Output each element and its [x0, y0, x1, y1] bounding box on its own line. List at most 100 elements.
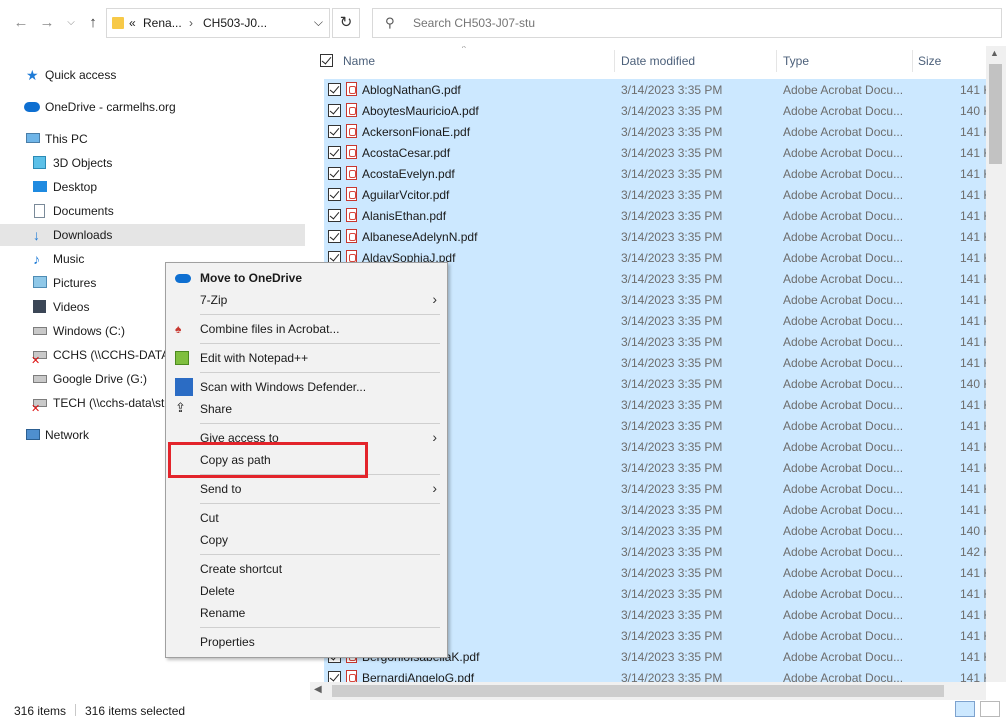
file-date: 3/14/2023 3:35 PM — [621, 587, 723, 601]
up-arrow-icon[interactable]: ↑ — [84, 12, 102, 34]
menu-item-label: Move to OneDrive — [200, 271, 303, 285]
file-row[interactable]: AlanisEthan.pdf 3/14/2023 3:35 PM Adobe Ac… — [324, 205, 991, 226]
menu-item-edit-notepadpp[interactable]: Edit with Notepad++ — [166, 347, 447, 369]
selected-count: 316 items selected — [85, 704, 186, 718]
row-checkbox[interactable] — [328, 230, 341, 243]
menu-separator — [200, 627, 440, 628]
file-row[interactable]: AcostaEvelyn.pdf 3/14/2023 3:35 PM Adobe A… — [324, 163, 991, 184]
menu-separator — [200, 503, 440, 504]
menu-item-label: Share — [200, 402, 233, 416]
column-name[interactable]: Name — [343, 54, 375, 68]
column-header: Name ^ Date modified Type Size — [310, 46, 986, 76]
column-divider[interactable] — [912, 50, 913, 72]
nav-item-desktop[interactable]: Desktop — [0, 176, 305, 198]
row-checkbox[interactable] — [328, 146, 341, 159]
file-row[interactable]: AguilarVcitor.pdf 3/14/2023 3:35 PM Adobe … — [324, 184, 991, 205]
breadcrumb-parent[interactable]: Rena... — [143, 16, 182, 30]
acrobat-icon: ♠ — [175, 322, 182, 336]
address-dropdown-icon[interactable]: ⌵ — [314, 15, 323, 30]
menu-item-copy[interactable]: Copy — [166, 529, 447, 551]
file-type: Adobe Acrobat Docu... — [783, 398, 904, 412]
file-name: AcostaEvelyn.pdf — [362, 167, 455, 181]
search-input[interactable] — [413, 14, 973, 32]
file-type: Adobe Acrobat Docu... — [783, 587, 904, 601]
row-checkbox[interactable] — [328, 188, 341, 201]
nav-item-onedrive[interactable]: OneDrive - carmelhs.org — [0, 96, 305, 118]
file-type: Adobe Acrobat Docu... — [783, 503, 904, 517]
highlight-box — [168, 442, 368, 478]
breadcrumb-current[interactable]: CH503-J0... — [203, 16, 267, 30]
row-checkbox[interactable] — [328, 125, 341, 138]
menu-item-create-shortcut[interactable]: Create shortcut — [166, 558, 447, 580]
file-row[interactable]: AboytesMauricioA.pdf 3/14/2023 3:35 PM Ado… — [324, 100, 991, 121]
horizontal-scrollbar[interactable]: ◀ — [310, 682, 986, 700]
search-box[interactable]: ⚲ — [372, 8, 1002, 38]
details-view-icon[interactable] — [955, 701, 975, 717]
horizontal-scroll-thumb[interactable] — [332, 685, 944, 697]
file-row[interactable]: AlbaneseAdelynN.pdf 3/14/2023 3:35 PM Adob… — [324, 226, 991, 247]
menu-item-move-to-onedrive[interactable]: Move to OneDrive — [166, 267, 447, 289]
scroll-left-arrow-icon[interactable]: ◀ — [314, 684, 322, 695]
file-type: Adobe Acrobat Docu... — [783, 335, 904, 349]
music-icon: ♪ — [33, 251, 40, 267]
vertical-scroll-thumb[interactable] — [989, 64, 1002, 164]
menu-item-properties[interactable]: Properties — [166, 631, 447, 653]
recent-locations-chevron-icon[interactable]: ⌵ — [62, 12, 80, 34]
cloud-icon — [175, 274, 191, 283]
menu-item-label: Properties — [200, 635, 255, 649]
file-date: 3/14/2023 3:35 PM — [621, 524, 723, 538]
file-row[interactable]: AckersonFionaE.pdf 3/14/2023 3:35 PM Adobe… — [324, 121, 991, 142]
menu-item-scan-defender[interactable]: Scan with Windows Defender... — [166, 376, 447, 398]
column-size[interactable]: Size — [918, 54, 941, 68]
nav-item-label: Quick access — [45, 68, 117, 82]
row-checkbox[interactable] — [328, 83, 341, 96]
pdf-file-icon — [346, 124, 357, 138]
column-divider[interactable] — [614, 50, 615, 72]
menu-item-label: Create shortcut — [200, 562, 283, 576]
nav-item-quick-access[interactable]: ★ Quick access — [0, 64, 305, 86]
nav-item-downloads[interactable]: ↓ Downloads — [0, 224, 305, 246]
column-type[interactable]: Type — [783, 54, 809, 68]
scroll-up-arrow-icon[interactable]: ▲ — [990, 48, 999, 58]
forward-arrow-icon[interactable]: → — [38, 12, 56, 34]
menu-item-label: Edit with Notepad++ — [200, 351, 309, 365]
menu-item-send-to[interactable]: Send to › — [166, 478, 447, 500]
nav-item-this-pc[interactable]: This PC — [0, 128, 305, 150]
row-checkbox[interactable] — [328, 104, 341, 117]
menu-item-rename[interactable]: Rename — [166, 602, 447, 624]
large-icons-view-icon[interactable] — [980, 701, 1000, 717]
file-date: 3/14/2023 3:35 PM — [621, 125, 723, 139]
menu-item-combine-acrobat[interactable]: ♠ Combine files in Acrobat... — [166, 318, 447, 340]
file-date: 3/14/2023 3:35 PM — [621, 440, 723, 454]
nav-item-documents[interactable]: Documents — [0, 200, 305, 222]
file-type: Adobe Acrobat Docu... — [783, 419, 904, 433]
file-date: 3/14/2023 3:35 PM — [621, 167, 723, 181]
refresh-icon[interactable]: ↻ — [332, 8, 360, 38]
item-count: 316 items — [14, 704, 67, 718]
menu-item-7zip[interactable]: 7-Zip › — [166, 289, 447, 311]
pdf-file-icon — [346, 145, 357, 159]
row-checkbox[interactable] — [328, 209, 341, 222]
column-divider[interactable] — [776, 50, 777, 72]
file-row[interactable]: AcostaCesar.pdf 3/14/2023 3:35 PM Adobe Ac… — [324, 142, 991, 163]
nav-item-3d-objects[interactable]: 3D Objects — [0, 152, 305, 174]
file-type: Adobe Acrobat Docu... — [783, 167, 904, 181]
menu-item-delete[interactable]: Delete — [166, 580, 447, 602]
menu-item-cut[interactable]: Cut — [166, 507, 447, 529]
menu-item-label: Cut — [200, 511, 219, 525]
row-checkbox[interactable] — [328, 167, 341, 180]
videos-icon — [33, 300, 46, 313]
back-arrow-icon[interactable]: ← — [12, 12, 30, 34]
menu-item-share[interactable]: ⇪ Share — [166, 398, 447, 420]
address-overflow[interactable]: « — [129, 16, 136, 30]
vertical-scrollbar[interactable]: ▲ — [986, 46, 1006, 682]
share-icon: ⇪ — [175, 400, 186, 415]
menu-separator — [200, 314, 440, 315]
address-bar[interactable]: « Rena... › CH503-J0... ⌵ — [106, 8, 330, 38]
cloud-icon — [24, 102, 40, 112]
download-icon: ↓ — [33, 227, 40, 243]
file-type: Adobe Acrobat Docu... — [783, 293, 904, 307]
file-row[interactable]: AblogNathanG.pdf 3/14/2023 3:35 PM Adobe A… — [324, 79, 991, 100]
select-all-checkbox[interactable] — [320, 54, 333, 67]
column-date-modified[interactable]: Date modified — [621, 54, 695, 68]
